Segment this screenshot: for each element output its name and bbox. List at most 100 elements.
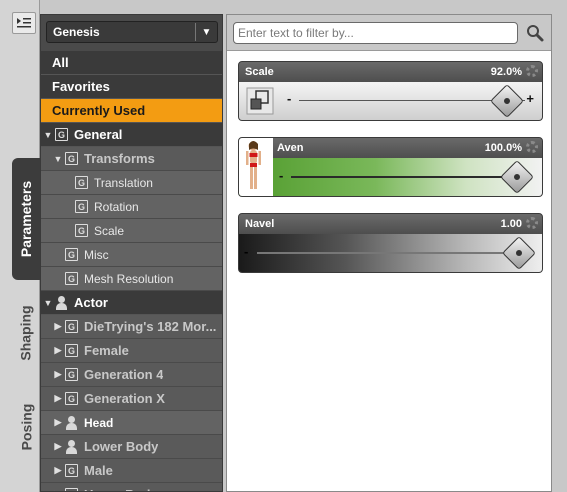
group-icon: G [75,176,88,189]
pane-menu-button[interactable] [12,12,36,34]
tree-item[interactable]: ▶ G Generation 4 [41,363,222,387]
chevron-down-icon[interactable]: ▼ [195,23,217,41]
figure-select-value: Genesis [53,25,100,39]
slider-navel-handle[interactable] [502,236,536,270]
slider-aven-header: Aven 100.0% [239,138,542,158]
category-favorites[interactable]: Favorites [41,75,222,99]
tree-item[interactable]: ▼ Actor [41,291,222,315]
category-currently-used[interactable]: Currently Used [41,99,222,123]
slider-navel-track[interactable]: - [239,234,542,272]
group-icon: G [75,200,88,213]
group-icon: G [65,152,78,165]
tree-item[interactable]: ▶ G Female [41,339,222,363]
slider-scale-value[interactable]: 92.0% [491,66,522,78]
tree-item-label: Female [84,343,129,358]
slider-aven-track[interactable]: - [239,158,542,196]
person-icon [65,415,78,430]
tree-item[interactable]: ▶ G Generation X [41,387,222,411]
increment-sign[interactable]: + [526,91,534,106]
slider-navel-line [257,252,519,254]
expand-open-icon[interactable]: ▼ [43,130,53,140]
expand-open-icon[interactable]: ▼ [43,298,53,308]
tree-item[interactable]: ▶ Lower Body [41,435,222,459]
slider-aven-name: Aven [277,142,304,154]
group-icon: G [65,464,78,477]
group-icon: G [65,392,78,405]
gear-icon[interactable] [526,217,538,229]
slider-aven-value[interactable]: 100.0% [485,142,522,154]
tab-parameters-label: Parameters [18,180,34,258]
slider-navel-value[interactable]: 1.00 [501,218,522,230]
person-icon [55,295,68,310]
slider-scale-track[interactable]: - + [239,82,542,120]
expand-closed-icon[interactable]: ▶ [53,465,63,476]
tree-item-label: Actor [74,295,108,310]
tree-item-label: Mesh Resolution [84,271,174,286]
decrement-sign[interactable]: - [287,91,291,106]
group-icon: G [65,368,78,381]
tree-item[interactable]: ▼ G General [41,123,222,147]
tree-item-label: DieTrying's 182 Mor... [84,319,217,334]
tab-shaping[interactable]: Shaping [12,292,40,374]
tree-item[interactable]: G Misc [41,243,222,267]
tree-item[interactable]: G Translation [41,171,222,195]
search-icon[interactable] [525,23,545,43]
expand-closed-icon[interactable]: ▶ [53,393,63,404]
tree-item[interactable]: ▶ G Male [41,459,222,483]
group-icon: G [65,248,78,261]
tree-item-label: Upper Body [84,487,158,491]
slider-scale-handle[interactable] [489,84,524,118]
tree-item-label: Lower Body [84,439,159,454]
slider-navel: Navel 1.00 - [238,213,543,273]
tree-item-label: General [74,127,123,142]
tab-parameters[interactable]: Parameters [12,158,40,280]
tree-item-label: Head [84,415,114,430]
tree-item[interactable]: ▶ G DieTrying's 182 Mor... [41,315,222,339]
scale-icon [246,87,274,115]
tree-item[interactable]: G Mesh Resolution [41,267,222,291]
expand-open-icon[interactable]: ▼ [53,154,63,164]
tree-item[interactable]: ▼ G Transforms [41,147,222,171]
category-label: Favorites [52,79,110,94]
tab-posing[interactable]: Posing [12,392,40,462]
tab-posing-label: Posing [18,403,35,451]
tree-item-label: Generation X [84,391,165,406]
category-label: All [52,55,69,70]
tree-item-label: Male [84,463,113,478]
tree-item[interactable]: ▶GUpper Body [41,483,222,491]
tree-item-label: Generation 4 [84,367,164,382]
gear-icon[interactable] [526,141,538,153]
expand-closed-icon[interactable]: ▶ [53,417,63,428]
expand-closed-icon[interactable]: ▶ [53,321,63,332]
slider-aven: Aven 100.0% - [238,137,543,197]
group-icon: G [55,128,68,141]
person-icon [65,439,78,454]
filter-input[interactable] [233,22,518,44]
group-icon: G [75,224,88,237]
group-icon: G [65,272,78,285]
group-icon: G [65,488,78,491]
slider-aven-handle[interactable] [500,160,534,194]
category-all[interactable]: All [41,51,222,75]
figure-selector-bar: Genesis ▼ [41,15,222,51]
group-icon: G [65,344,78,357]
slider-scale: Scale 92.0% - + [238,61,543,121]
figure-thumbnail-icon [239,138,273,196]
expand-closed-icon[interactable]: ▶ [53,441,63,452]
group-icon: G [65,320,78,333]
decrement-sign[interactable]: - [244,244,248,259]
slider-panel: Scale 92.0% - + Aven 100.0% - [226,14,552,492]
tree-item-label: Rotation [94,199,139,214]
tree-item[interactable]: G Scale [41,219,222,243]
expand-closed-icon[interactable]: ▶ [53,369,63,380]
slider-navel-name: Navel [245,218,275,230]
expand-closed-icon[interactable]: ▶ [53,345,63,356]
slider-navel-header: Navel 1.00 [239,214,542,234]
tree-item[interactable]: ▶ Head [41,411,222,435]
category-label: Currently Used [52,103,146,118]
tree-item[interactable]: G Rotation [41,195,222,219]
figure-select[interactable]: Genesis ▼ [46,21,218,43]
slider-aven-line [291,176,517,178]
gear-icon[interactable] [526,65,538,77]
decrement-sign[interactable]: - [279,168,283,183]
